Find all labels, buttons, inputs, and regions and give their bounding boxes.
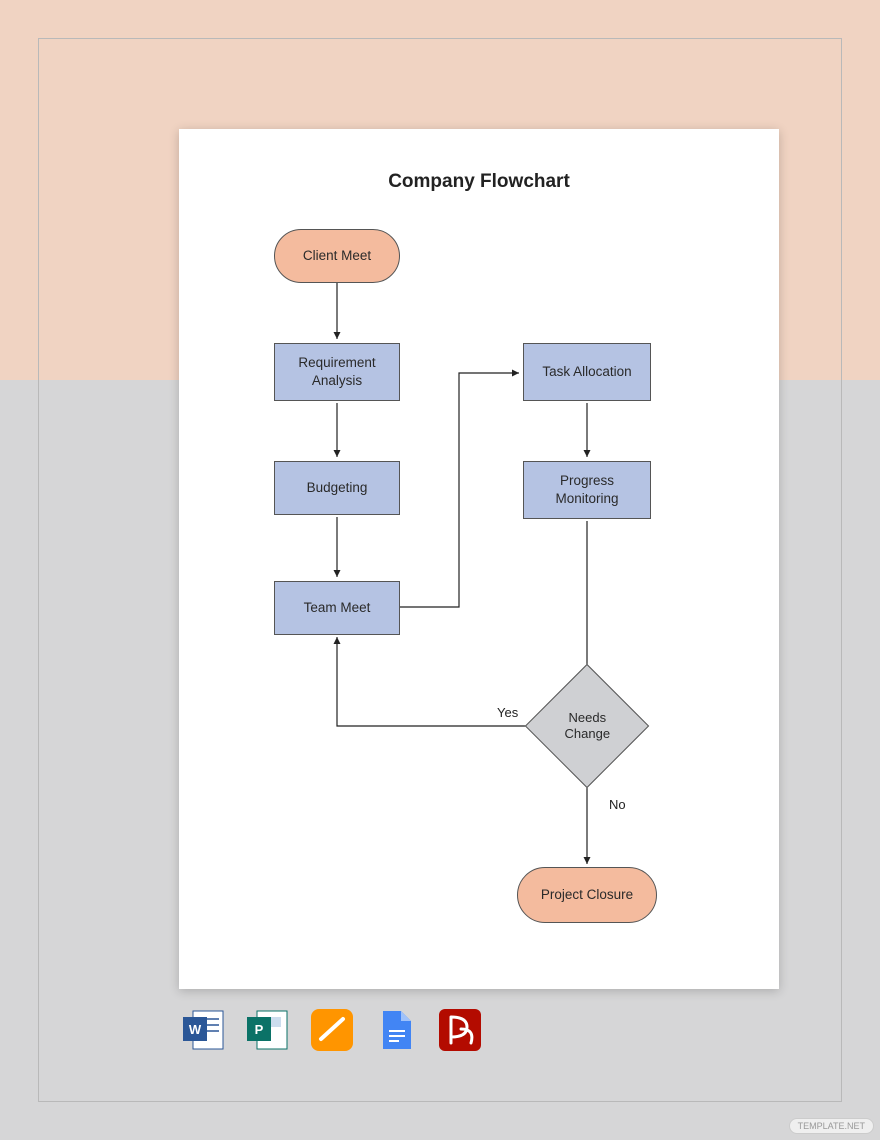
node-team-meet: Team Meet (274, 581, 400, 635)
node-label: Requirement Analysis (283, 354, 391, 389)
page-title: Company Flowchart (179, 171, 779, 193)
node-label: Team Meet (304, 599, 371, 617)
node-label: Progress Monitoring (532, 472, 642, 507)
label-yes: Yes (497, 705, 518, 720)
outer-frame: Company Flowchart (38, 38, 842, 1102)
node-progress-monitoring: Progress Monitoring (523, 461, 651, 519)
node-needs-change: Needs Change (525, 664, 649, 788)
publisher-icon: P (245, 1007, 291, 1053)
node-label: Task Allocation (542, 363, 631, 381)
flowchart-arrows (179, 129, 779, 989)
label-no: No (609, 797, 626, 812)
pages-icon (309, 1007, 355, 1053)
node-label: Project Closure (541, 886, 633, 904)
node-project-closure: Project Closure (517, 867, 657, 923)
node-label: Client Meet (303, 247, 371, 265)
node-client-meet: Client Meet (274, 229, 400, 283)
word-icon: W (181, 1007, 227, 1053)
document-page: Company Flowchart (179, 129, 779, 989)
svg-text:P: P (255, 1022, 264, 1037)
watermark: TEMPLATE.NET (789, 1118, 874, 1134)
google-docs-icon (373, 1007, 419, 1053)
node-task-allocation: Task Allocation (523, 343, 651, 401)
pdf-icon (437, 1007, 483, 1053)
node-label: Needs Change (552, 710, 622, 741)
format-icons: W P (181, 1007, 483, 1053)
node-requirement-analysis: Requirement Analysis (274, 343, 400, 401)
node-label: Budgeting (307, 479, 368, 497)
svg-text:W: W (189, 1022, 202, 1037)
node-budgeting: Budgeting (274, 461, 400, 515)
